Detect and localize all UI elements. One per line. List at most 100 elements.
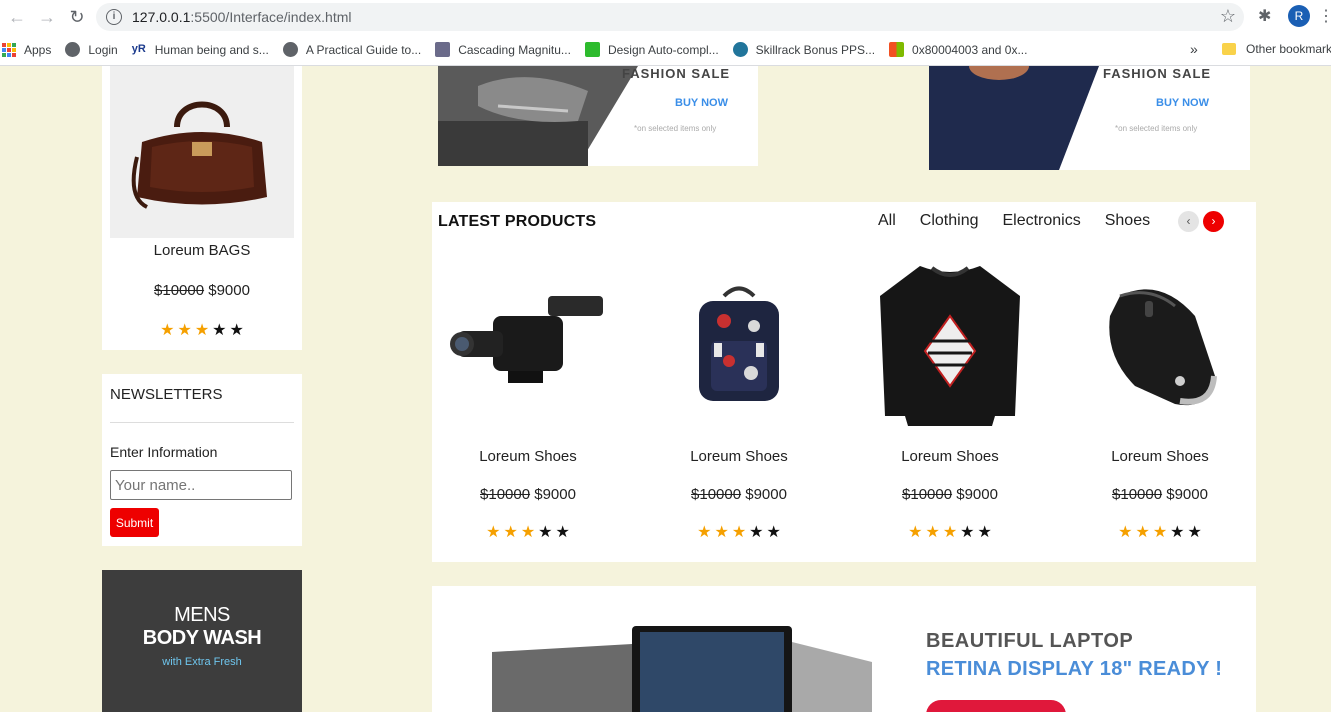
star-icon: ★ [194, 322, 210, 339]
newsletter-title: NEWSLETTERS [110, 386, 223, 403]
filter-clothing[interactable]: Clothing [920, 212, 979, 230]
bookmark-label: A Practical Guide to... [305, 42, 422, 57]
star-icon: ★ [160, 322, 175, 339]
banner-note: *on selected items only [634, 124, 717, 133]
bookmark-0x80004003[interactable]: 0x80004003 and 0x... [889, 42, 1027, 57]
bookmark-cascading[interactable]: Cascading Magnitu... [435, 42, 571, 57]
fashion-sale-banner-shoes[interactable]: FASHION SALE BUY NOW *on selected items … [438, 66, 758, 166]
star-icon: ★ [1187, 524, 1202, 541]
bookmark-label: Login [88, 42, 118, 57]
old-price: $10000 [480, 486, 531, 503]
back-icon[interactable]: ← [4, 4, 30, 30]
bookmark-label: Cascading Magnitu... [458, 42, 571, 57]
menu-icon[interactable]: ⋮ [1318, 6, 1331, 26]
profile-avatar[interactable]: R [1288, 5, 1310, 27]
green-icon [584, 42, 600, 57]
bag-image[interactable] [110, 66, 294, 238]
buy-now-link[interactable]: BUY NOW [675, 97, 728, 109]
url-text[interactable]: 127.0.0.1:5500/Interface/index.html [132, 9, 352, 25]
banner-title: FASHION SALE [1103, 66, 1212, 81]
laptop-ad-subtitle: RETINA DISPLAY 18" READY ! [926, 658, 1223, 680]
globe-icon [65, 42, 81, 57]
star-icon: ★ [177, 322, 192, 339]
bookmark-label: Design Auto-compl... [607, 42, 719, 57]
other-bookmarks[interactable]: Other bookmarks [1222, 42, 1331, 56]
star-icon: ★ [1152, 524, 1168, 541]
bookmark-design-autocomplete[interactable]: Design Auto-compl... [584, 42, 719, 57]
globe-icon [282, 42, 298, 57]
star-icon: ★ [960, 524, 975, 541]
more-bookmarks-icon[interactable]: » [1190, 41, 1198, 57]
ad-line-3: with Extra Fresh [162, 656, 242, 668]
carousel-next-button[interactable]: › [1203, 211, 1224, 232]
submit-button[interactable]: Submit [110, 508, 159, 537]
laptop-ad-banner[interactable]: BEAUTIFUL LAPTOP RETINA DISPLAY 18" READ… [432, 586, 1256, 712]
site-info-icon[interactable]: i [106, 9, 122, 25]
camcorder-image[interactable] [432, 256, 624, 436]
bookmark-apps[interactable]: Apps [0, 42, 51, 57]
product-price: $10000 $9000 [643, 486, 835, 503]
featured-product-card[interactable]: Loreum BAGS $10000 $9000 ★ ★ ★ ★ ★ [102, 66, 302, 350]
product-title[interactable]: Loreum Shoes [1064, 448, 1256, 465]
product-card[interactable]: Loreum Shoes $10000 $9000 ★ ★ ★ ★ ★ [854, 256, 1046, 542]
sweatshirt-image[interactable] [854, 256, 1046, 436]
star-icon: ★ [1135, 524, 1150, 541]
laptop-devices-image [492, 626, 872, 712]
carousel-prev-button[interactable]: ‹ [1178, 211, 1199, 232]
bookmark-star-icon[interactable]: ☆ [1220, 6, 1236, 27]
forward-icon[interactable]: → [34, 4, 60, 30]
star-icon: ★ [731, 524, 747, 541]
bookmark-label: 0x80004003 and 0x... [912, 42, 1028, 57]
fashion-sale-banner-sweater[interactable]: FASHION SALE BUY NOW *on selected items … [929, 66, 1250, 170]
browser-toolbar: ← → ↻ i 127.0.0.1:5500/Interface/index.h… [0, 0, 1331, 34]
ad-line-2: BODY WASH [142, 627, 262, 649]
star-icon: ★ [503, 524, 518, 541]
apps-grid-icon [2, 42, 16, 57]
star-icon: ★ [714, 524, 729, 541]
star-icon: ★ [212, 322, 227, 339]
banner-title: FASHION SALE [622, 66, 731, 81]
rating-stars: ★ ★ ★ ★ ★ [432, 522, 624, 542]
url-host: 127.0.0.1 [132, 9, 191, 25]
laptop-ad-button[interactable] [926, 700, 1066, 712]
name-input[interactable] [110, 470, 292, 500]
product-card[interactable]: Loreum Shoes $10000 $9000 ★ ★ ★ ★ ★ [1064, 256, 1256, 542]
star-icon: ★ [925, 524, 940, 541]
body-wash-ad[interactable]: MENS BODY WASH with Extra Fresh [102, 570, 302, 712]
old-price: $10000 [1112, 486, 1163, 503]
reload-icon[interactable]: ↻ [64, 4, 90, 30]
filter-shoes[interactable]: Shoes [1105, 212, 1150, 230]
new-price: $9000 [534, 486, 576, 503]
extensions-icon[interactable]: ✱ [1258, 6, 1271, 26]
product-title[interactable]: Loreum Shoes [643, 448, 835, 465]
bookmark-practical-guide[interactable]: A Practical Guide to... [282, 42, 422, 57]
product-card[interactable]: Loreum Shoes $10000 $9000 ★ ★ ★ ★ ★ [432, 256, 624, 542]
section-heading: LATEST PRODUCTS [438, 213, 597, 230]
wordpress-icon [732, 42, 748, 57]
product-title[interactable]: Loreum Shoes [432, 448, 624, 465]
bookmark-login[interactable]: Login [65, 42, 118, 57]
sweater-photo [929, 66, 1099, 170]
featured-product-title[interactable]: Loreum BAGS [102, 242, 302, 259]
star-icon: ★ [908, 524, 923, 541]
bookmark-skillrack[interactable]: Skillrack Bonus PPS... [732, 42, 875, 57]
folder-icon [1222, 43, 1236, 55]
old-price: $10000 [691, 486, 742, 503]
new-price: $9000 [745, 486, 787, 503]
star-icon: ★ [1118, 524, 1133, 541]
buy-now-link[interactable]: BUY NOW [1156, 97, 1209, 109]
newsletter-label: Enter Information [110, 444, 218, 460]
bookmark-human-being[interactable]: yR Human being and s... [132, 42, 269, 57]
product-price: $10000 $9000 [432, 486, 624, 503]
product-card[interactable]: Loreum Shoes $10000 $9000 ★ ★ ★ ★ ★ [643, 256, 835, 542]
star-icon: ★ [942, 524, 958, 541]
filter-all[interactable]: All [878, 212, 896, 230]
address-bar[interactable]: i 127.0.0.1:5500/Interface/index.html ☆ [96, 3, 1244, 31]
backpack-image[interactable] [643, 256, 835, 436]
product-title[interactable]: Loreum Shoes [854, 448, 1046, 465]
star-icon: ★ [766, 524, 781, 541]
star-icon: ★ [538, 524, 553, 541]
yr-icon: yR [131, 43, 146, 55]
mouse-image[interactable] [1064, 256, 1256, 436]
filter-electronics[interactable]: Electronics [1002, 212, 1080, 230]
